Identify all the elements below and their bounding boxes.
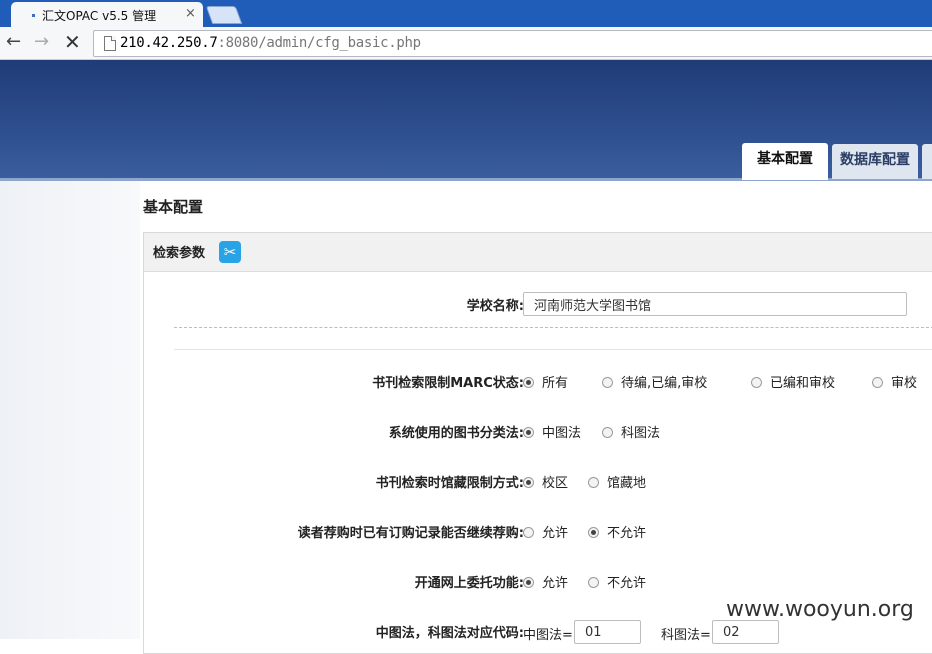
entrust-option-allow[interactable]: 允许 (523, 572, 568, 591)
marc-option-all[interactable]: 所有 (523, 372, 568, 391)
marc-status-label: 书刊检索限制MARC状态: (372, 376, 524, 391)
browser-toolbar: ← → ✕ 210.42.250.7:8080/admin/cfg_basic.… (0, 27, 932, 60)
recommend-label: 读者荐购时已有订购记录能否继续荐购: (297, 526, 524, 541)
radio-icon (602, 427, 613, 438)
holding-restriction-label: 书刊检索时馆藏限制方式: (375, 476, 524, 491)
radio-icon (602, 377, 613, 388)
marc-option-pending[interactable]: 待编,已编,审校 (602, 372, 707, 391)
watermark: www.wooyun.org (726, 597, 914, 622)
loading-icon (32, 14, 35, 17)
browser-tab-title: 汇文OPAC v5.5 管理 (42, 9, 157, 23)
radio-icon (751, 377, 762, 388)
marc-option-review[interactable]: 审校 (872, 372, 917, 391)
back-arrow-icon[interactable]: ← (6, 30, 21, 54)
stop-icon[interactable]: ✕ (64, 30, 81, 54)
kt-code-label: 科图法= (661, 628, 711, 643)
radio-selected-icon (523, 377, 534, 388)
new-tab-button[interactable] (205, 6, 243, 24)
recommend-option-deny[interactable]: 不允许 (588, 522, 646, 541)
sidebar (0, 181, 140, 639)
radio-selected-icon (523, 427, 534, 438)
kt-code-input[interactable] (712, 620, 779, 644)
classification-code-label: 中图法，科图法对应代码: (375, 626, 524, 641)
section-divider (174, 349, 932, 350)
classification-option-kt[interactable]: 科图法 (602, 422, 660, 441)
radio-selected-icon (588, 527, 599, 538)
browser-tabstrip: 汇文OPAC v5.5 管理 × (0, 0, 932, 27)
holding-option-campus[interactable]: 校区 (523, 472, 568, 491)
address-bar[interactable]: 210.42.250.7:8080/admin/cfg_basic.php (93, 30, 932, 57)
radio-icon (588, 577, 599, 588)
classification-option-zt[interactable]: 中图法 (523, 422, 581, 441)
tab-database-config[interactable]: 数据库配置 (832, 144, 918, 179)
school-name-input[interactable] (523, 292, 907, 316)
zt-code-input[interactable] (574, 620, 641, 644)
radio-selected-icon (523, 477, 534, 488)
tab-basic-config[interactable]: 基本配置 (742, 143, 828, 180)
classification-label: 系统使用的图书分类法: (388, 426, 524, 441)
tab-next-partial[interactable] (922, 144, 932, 179)
radio-selected-icon (523, 577, 534, 588)
radio-icon (872, 377, 883, 388)
online-entrust-label: 开通网上委托功能: (414, 576, 524, 591)
close-icon[interactable]: × (185, 6, 196, 21)
marc-option-edited[interactable]: 已编和审校 (751, 372, 835, 391)
search-params-panel: 检索参数 ✂ 学校名称: 书刊检索限制MARC状态: 所有 待编,已编,审校 已… (143, 232, 932, 654)
page-icon (104, 36, 116, 51)
radio-icon (588, 477, 599, 488)
zt-code-label: 中图法= (523, 628, 573, 643)
entrust-option-deny[interactable]: 不允许 (588, 572, 646, 591)
recommend-option-allow[interactable]: 允许 (523, 522, 568, 541)
panel-title: 检索参数 (153, 246, 206, 261)
browser-tab[interactable]: 汇文OPAC v5.5 管理 × (11, 2, 203, 27)
forward-arrow-icon[interactable]: → (34, 30, 49, 54)
tools-icon[interactable]: ✂ (219, 241, 241, 263)
holding-option-location[interactable]: 馆藏地 (588, 472, 646, 491)
page-title: 基本配置 (143, 198, 204, 216)
dashed-divider (174, 327, 932, 328)
school-name-label: 学校名称: (466, 299, 524, 314)
url-text: 210.42.250.7:8080/admin/cfg_basic.php (120, 35, 421, 51)
panel-header: 检索参数 ✂ (144, 233, 932, 272)
radio-icon (523, 527, 534, 538)
